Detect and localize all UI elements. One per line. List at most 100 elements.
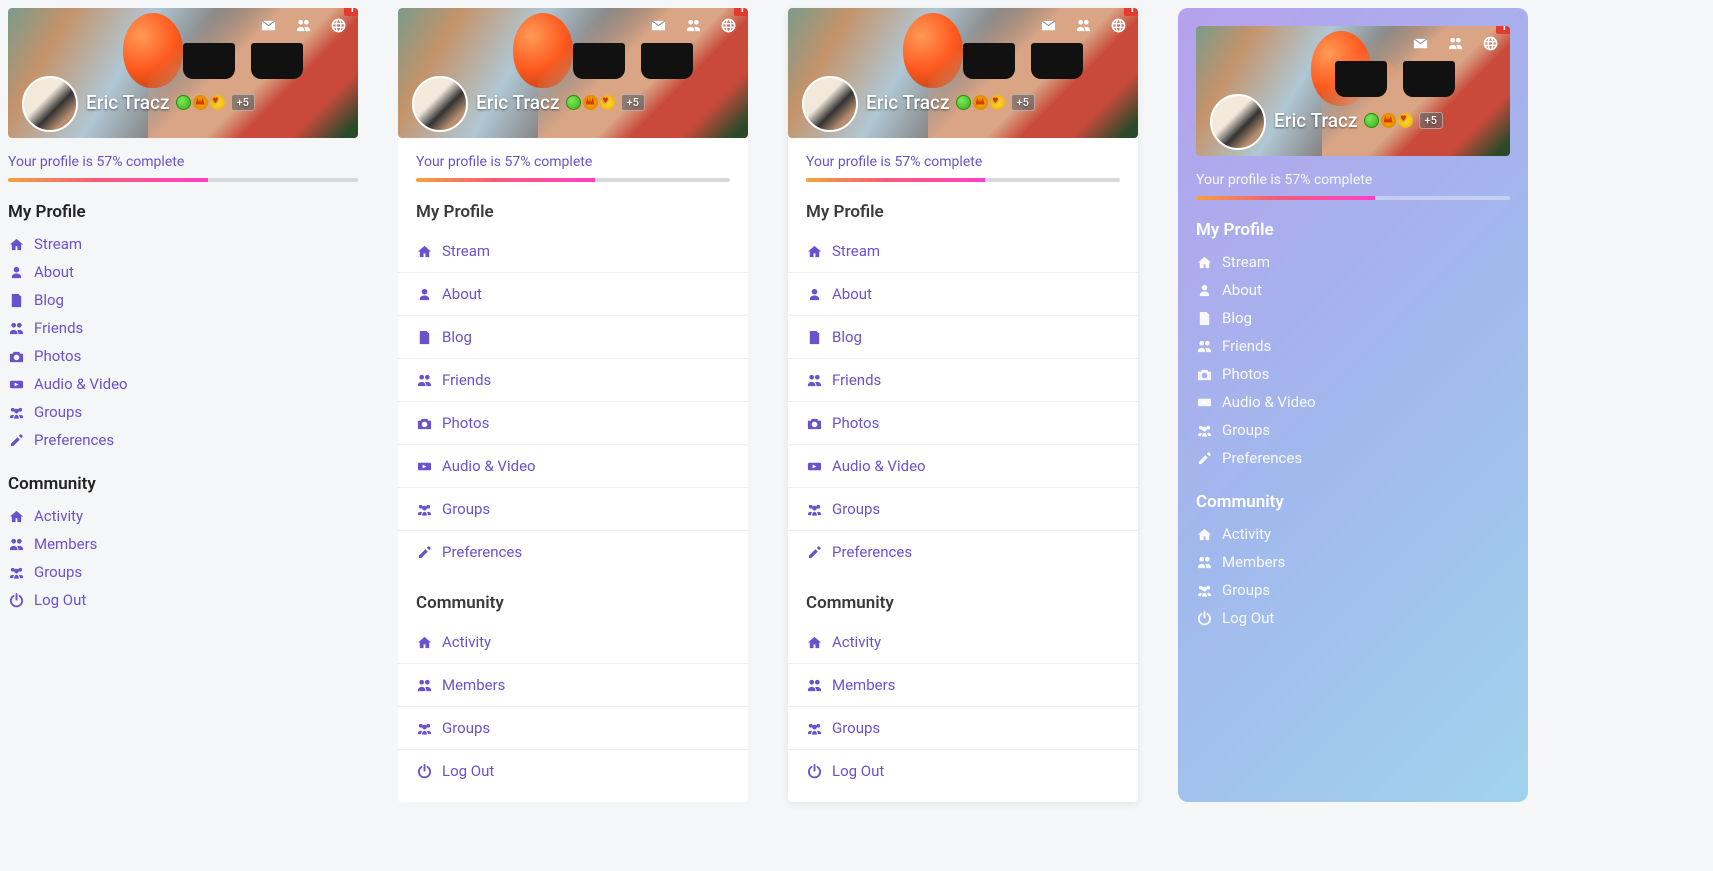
notifications-icon[interactable] (1111, 18, 1126, 38)
menu-item-photos[interactable]: Photos (1196, 360, 1510, 388)
menu-item-log-out[interactable]: Log Out (1196, 604, 1510, 632)
avatar[interactable] (802, 76, 858, 132)
menu-item-activity[interactable]: Activity (8, 502, 358, 530)
menu-item-activity[interactable]: Activity (1196, 520, 1510, 548)
home-icon (1196, 527, 1212, 542)
menu-item-audio-video[interactable]: Audio & Video (1196, 388, 1510, 416)
avatar[interactable] (22, 76, 78, 132)
menu-item-members[interactable]: Members (8, 530, 358, 558)
menu-item-groups[interactable]: Groups (1196, 416, 1510, 444)
user-name[interactable]: Eric Tracz (86, 91, 170, 114)
menu-item-audio-video[interactable]: Audio & Video (398, 445, 748, 488)
messages-icon[interactable] (1041, 18, 1056, 38)
menu-item-blog[interactable]: Blog (8, 286, 358, 314)
menu-item-stream[interactable]: Stream (398, 230, 748, 273)
menu-item-friends[interactable]: Friends (788, 359, 1138, 402)
extra-badges[interactable]: +5 (231, 94, 255, 111)
menu-item-log-out[interactable]: Log Out (788, 750, 1138, 792)
menu-item-members[interactable]: Members (788, 664, 1138, 707)
camera-icon (806, 416, 822, 431)
notification-badge[interactable]: 1 (1124, 8, 1138, 16)
messages-icon[interactable] (261, 18, 276, 38)
menu-community: Activity Members Groups Log Out (788, 621, 1138, 792)
notifications-icon[interactable] (721, 18, 736, 38)
menu-item-stream[interactable]: Stream (8, 230, 358, 258)
friends-icon[interactable] (296, 18, 311, 38)
menu-item-about[interactable]: About (1196, 276, 1510, 304)
notifications-icon[interactable] (1483, 36, 1498, 56)
menu-item-preferences[interactable]: Preferences (398, 531, 748, 573)
menu-item-members[interactable]: Members (1196, 548, 1510, 576)
menu-item-groups[interactable]: Groups (788, 488, 1138, 531)
video-icon (1196, 395, 1212, 410)
extra-badges[interactable]: +5 (1011, 94, 1035, 111)
menu-item-friends[interactable]: Friends (1196, 332, 1510, 360)
menu-item-friends[interactable]: Friends (8, 314, 358, 342)
menu-item-groups[interactable]: Groups (398, 707, 748, 750)
menu-item-label: Members (34, 535, 97, 553)
menu-item-label: Members (832, 676, 895, 694)
menu-item-groups[interactable]: Groups (1196, 576, 1510, 604)
menu-item-label: Blog (442, 328, 472, 346)
menu-item-label: Blog (34, 291, 64, 309)
group-icon (806, 721, 822, 736)
menu-item-groups[interactable]: Groups (398, 488, 748, 531)
friends-icon[interactable] (1076, 18, 1091, 38)
menu-item-groups[interactable]: Groups (8, 558, 358, 586)
menu-item-photos[interactable]: Photos (398, 402, 748, 445)
menu-item-audio-video[interactable]: Audio & Video (8, 370, 358, 398)
menu-item-stream[interactable]: Stream (1196, 248, 1510, 276)
notification-badge[interactable]: 1 (344, 8, 358, 16)
menu-item-activity[interactable]: Activity (788, 621, 1138, 664)
menu-item-friends[interactable]: Friends (398, 359, 748, 402)
messages-icon[interactable] (651, 18, 666, 38)
menu-item-log-out[interactable]: Log Out (8, 586, 358, 614)
avatar[interactable] (412, 76, 468, 132)
extra-badges[interactable]: +5 (621, 94, 645, 111)
friends-icon (416, 373, 432, 388)
notification-badge[interactable]: 1 (1496, 26, 1510, 34)
menu-item-preferences[interactable]: Preferences (788, 531, 1138, 573)
friends-icon (416, 678, 432, 693)
menu-item-about[interactable]: About (398, 273, 748, 316)
user-name[interactable]: Eric Tracz (866, 91, 950, 114)
menu-item-preferences[interactable]: Preferences (1196, 444, 1510, 472)
notification-badge[interactable]: 1 (734, 8, 748, 16)
menu-item-label: Groups (442, 500, 490, 518)
status-badges (566, 95, 615, 110)
menu-item-blog[interactable]: Blog (788, 316, 1138, 359)
avatar[interactable] (1210, 94, 1266, 150)
menu-item-about[interactable]: About (788, 273, 1138, 316)
menu-item-label: Members (442, 676, 505, 694)
group-icon (416, 502, 432, 517)
menu-item-log-out[interactable]: Log Out (398, 750, 748, 792)
menu-item-stream[interactable]: Stream (788, 230, 1138, 273)
friends-icon[interactable] (1448, 36, 1463, 56)
menu-item-groups[interactable]: Groups (8, 398, 358, 426)
user-name[interactable]: Eric Tracz (476, 91, 560, 114)
menu-item-members[interactable]: Members (398, 664, 748, 707)
menu-item-photos[interactable]: Photos (788, 402, 1138, 445)
extra-badges[interactable]: +5 (1419, 112, 1443, 129)
section-title-profile: My Profile (398, 202, 748, 222)
menu-item-label: Groups (34, 563, 82, 581)
menu-item-audio-video[interactable]: Audio & Video (788, 445, 1138, 488)
menu-item-preferences[interactable]: Preferences (8, 426, 358, 454)
menu-item-blog[interactable]: Blog (398, 316, 748, 359)
menu-item-groups[interactable]: Groups (788, 707, 1138, 750)
menu-item-blog[interactable]: Blog (1196, 304, 1510, 332)
messages-icon[interactable] (1413, 36, 1428, 56)
menu-item-activity[interactable]: Activity (398, 621, 748, 664)
friends-icon[interactable] (686, 18, 701, 38)
group-icon (806, 502, 822, 517)
crown-icon (973, 95, 988, 110)
profile-widget-card: 1 Eric Tracz +5 Your profile is 57% comp… (398, 8, 748, 802)
profile-completion-text: Your profile is 57% complete (8, 154, 358, 170)
menu-item-label: Friends (1222, 337, 1271, 355)
menu-item-photos[interactable]: Photos (8, 342, 358, 370)
notifications-icon[interactable] (331, 18, 346, 38)
profile-widget-gradient: 1 Eric Tracz +5 Your profile is 57% comp… (1178, 8, 1528, 802)
user-name[interactable]: Eric Tracz (1274, 109, 1358, 132)
menu-item-about[interactable]: About (8, 258, 358, 286)
menu-item-label: Blog (1222, 309, 1252, 327)
